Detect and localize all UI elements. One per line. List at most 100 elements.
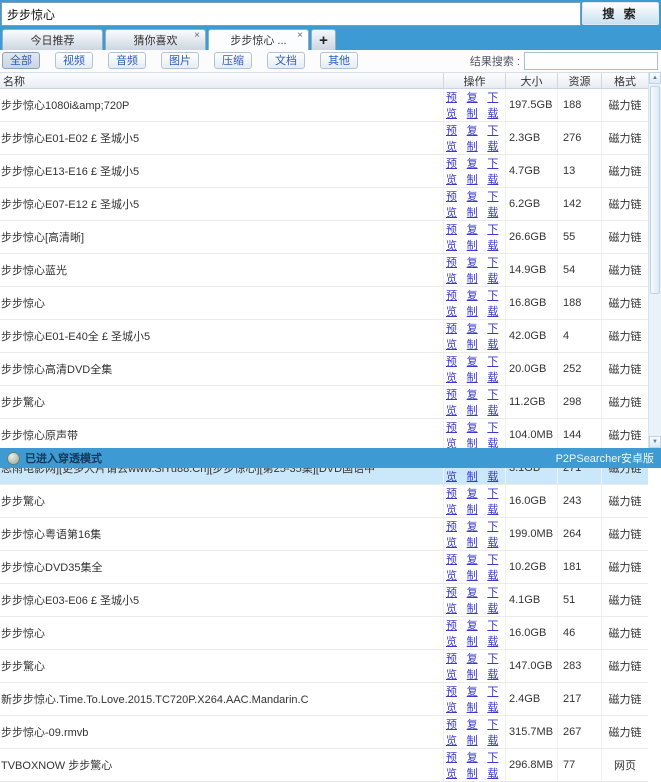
table-row[interactable]: 步步惊心E01-E02 £ 圣城小5 预览复制下载 2.3GB 276 磁力链: [0, 122, 648, 155]
copy-link[interactable]: 复制: [467, 650, 485, 682]
copy-link[interactable]: 复制: [467, 353, 485, 385]
table-row[interactable]: 步步惊心DVD35集全 预览复制下载 10.2GB 181 磁力链: [0, 551, 648, 584]
table-row[interactable]: 步步惊心高清DVD全集 预览复制下载 20.0GB 252 磁力链: [0, 353, 648, 386]
download-link[interactable]: 下载: [487, 386, 505, 418]
copy-link[interactable]: 复制: [467, 188, 485, 220]
preview-link[interactable]: 预览: [446, 716, 464, 748]
copy-link[interactable]: 复制: [467, 386, 485, 418]
preview-link[interactable]: 预览: [446, 254, 464, 286]
copy-link[interactable]: 复制: [467, 584, 485, 616]
filter-button[interactable]: 文档: [267, 52, 305, 69]
filter-button[interactable]: 图片: [161, 52, 199, 69]
download-link[interactable]: 下载: [487, 518, 505, 550]
preview-link[interactable]: 预览: [446, 419, 464, 451]
preview-link[interactable]: 预览: [446, 551, 464, 583]
table-row[interactable]: 步步惊心-09.rmvb 预览复制下载 315.7MB 267 磁力链: [0, 716, 648, 749]
download-link[interactable]: 下载: [487, 617, 505, 649]
download-link[interactable]: 下载: [487, 683, 505, 715]
tab[interactable]: 步步惊心 ... ×: [208, 29, 309, 50]
table-row[interactable]: 步步惊心E07-E12 £ 圣城小5 预览复制下载 6.2GB 142 磁力链: [0, 188, 648, 221]
copy-link[interactable]: 复制: [467, 254, 485, 286]
download-link[interactable]: 下载: [487, 584, 505, 616]
preview-link[interactable]: 预览: [446, 518, 464, 550]
copy-link[interactable]: 复制: [467, 518, 485, 550]
download-link[interactable]: 下载: [487, 485, 505, 517]
filter-button[interactable]: 音频: [108, 52, 146, 69]
copy-link[interactable]: 复制: [467, 89, 485, 121]
download-link[interactable]: 下载: [487, 353, 505, 385]
tab[interactable]: 猜你喜欢 ×: [105, 29, 206, 50]
download-link[interactable]: 下载: [487, 419, 505, 451]
preview-link[interactable]: 预览: [446, 122, 464, 154]
scrollbar-thumb[interactable]: [650, 86, 660, 294]
table-row[interactable]: 步步惊心 预览复制下载 16.0GB 46 磁力链: [0, 617, 648, 650]
download-link[interactable]: 下载: [487, 716, 505, 748]
preview-link[interactable]: 预览: [446, 683, 464, 715]
result-search-input[interactable]: [524, 52, 658, 70]
preview-link[interactable]: 预览: [446, 386, 464, 418]
filter-button[interactable]: 视频: [55, 52, 93, 69]
table-row[interactable]: 步步惊心 预览复制下载 16.8GB 188 磁力链: [0, 287, 648, 320]
preview-link[interactable]: 预览: [446, 353, 464, 385]
preview-link[interactable]: 预览: [446, 584, 464, 616]
filter-button[interactable]: 其他: [320, 52, 358, 69]
copy-link[interactable]: 复制: [467, 419, 485, 451]
table-row[interactable]: TVBOXNOW 步步驚心 预览复制下载 296.8MB 77 网页: [0, 749, 648, 782]
preview-link[interactable]: 预览: [446, 89, 464, 121]
table-row[interactable]: 步步惊心E13-E16 £ 圣城小5 预览复制下载 4.7GB 13 磁力链: [0, 155, 648, 188]
filter-button[interactable]: 全部: [2, 52, 40, 69]
download-link[interactable]: 下载: [487, 122, 505, 154]
scrollbar[interactable]: ▲ ▼: [648, 72, 661, 448]
copy-link[interactable]: 复制: [467, 287, 485, 319]
copy-link[interactable]: 复制: [467, 749, 485, 781]
copy-link[interactable]: 复制: [467, 683, 485, 715]
search-input[interactable]: [1, 2, 581, 26]
download-link[interactable]: 下载: [487, 221, 505, 253]
download-link[interactable]: 下载: [487, 551, 505, 583]
table-row[interactable]: 步步惊心粤语第16集 预览复制下载 199.0MB 264 磁力链: [0, 518, 648, 551]
download-link[interactable]: 下载: [487, 287, 505, 319]
preview-link[interactable]: 预览: [446, 221, 464, 253]
preview-link[interactable]: 预览: [446, 650, 464, 682]
new-tab-button[interactable]: +: [311, 29, 336, 50]
scroll-down-icon[interactable]: ▼: [649, 436, 661, 448]
download-link[interactable]: 下载: [487, 749, 505, 781]
table-row[interactable]: 步步驚心 预览复制下载 11.2GB 298 磁力链: [0, 386, 648, 419]
filter-button[interactable]: 压缩: [214, 52, 252, 69]
preview-link[interactable]: 预览: [446, 749, 464, 781]
table-row[interactable]: 步步驚心 预览复制下载 147.0GB 283 磁力链: [0, 650, 648, 683]
copy-link[interactable]: 复制: [467, 320, 485, 352]
tab-close-icon[interactable]: ×: [194, 30, 200, 42]
copy-link[interactable]: 复制: [467, 221, 485, 253]
copy-link[interactable]: 复制: [467, 617, 485, 649]
preview-link[interactable]: 预览: [446, 155, 464, 187]
scroll-up-icon[interactable]: ▲: [649, 72, 661, 84]
download-link[interactable]: 下载: [487, 155, 505, 187]
download-link[interactable]: 下载: [487, 89, 505, 121]
table-row[interactable]: 步步惊心E03-E06 £ 圣城小5 预览复制下载 4.1GB 51 磁力链: [0, 584, 648, 617]
download-link[interactable]: 下载: [487, 188, 505, 220]
tab-close-icon[interactable]: ×: [297, 30, 303, 42]
table-row[interactable]: 新步步惊心.Time.To.Love.2015.TC720P.X264.AAC.…: [0, 683, 648, 716]
table-row[interactable]: 步步惊心E01-E40全 £ 圣城小5 预览复制下载 42.0GB 4 磁力链: [0, 320, 648, 353]
copy-link[interactable]: 复制: [467, 122, 485, 154]
table-row[interactable]: 步步惊心蓝光 预览复制下载 14.9GB 54 磁力链: [0, 254, 648, 287]
copy-link[interactable]: 复制: [467, 155, 485, 187]
table-row[interactable]: 步步驚心 预览复制下载 16.0GB 243 磁力链: [0, 485, 648, 518]
download-link[interactable]: 下载: [487, 254, 505, 286]
tab[interactable]: 今日推荐: [2, 29, 103, 50]
copy-link[interactable]: 复制: [467, 716, 485, 748]
download-link[interactable]: 下载: [487, 650, 505, 682]
copy-link[interactable]: 复制: [467, 551, 485, 583]
preview-link[interactable]: 预览: [446, 320, 464, 352]
copy-link[interactable]: 复制: [467, 485, 485, 517]
result-resources: 181: [558, 551, 602, 583]
preview-link[interactable]: 预览: [446, 188, 464, 220]
search-button[interactable]: 搜 索: [582, 2, 659, 25]
preview-link[interactable]: 预览: [446, 287, 464, 319]
preview-link[interactable]: 预览: [446, 617, 464, 649]
table-row[interactable]: 步步惊心1080i&amp;720P 预览复制下载 197.5GB 188 磁力…: [0, 89, 648, 122]
table-row[interactable]: 步步惊心[高清晰] 预览复制下载 26.6GB 55 磁力链: [0, 221, 648, 254]
download-link[interactable]: 下载: [487, 320, 505, 352]
preview-link[interactable]: 预览: [446, 485, 464, 517]
